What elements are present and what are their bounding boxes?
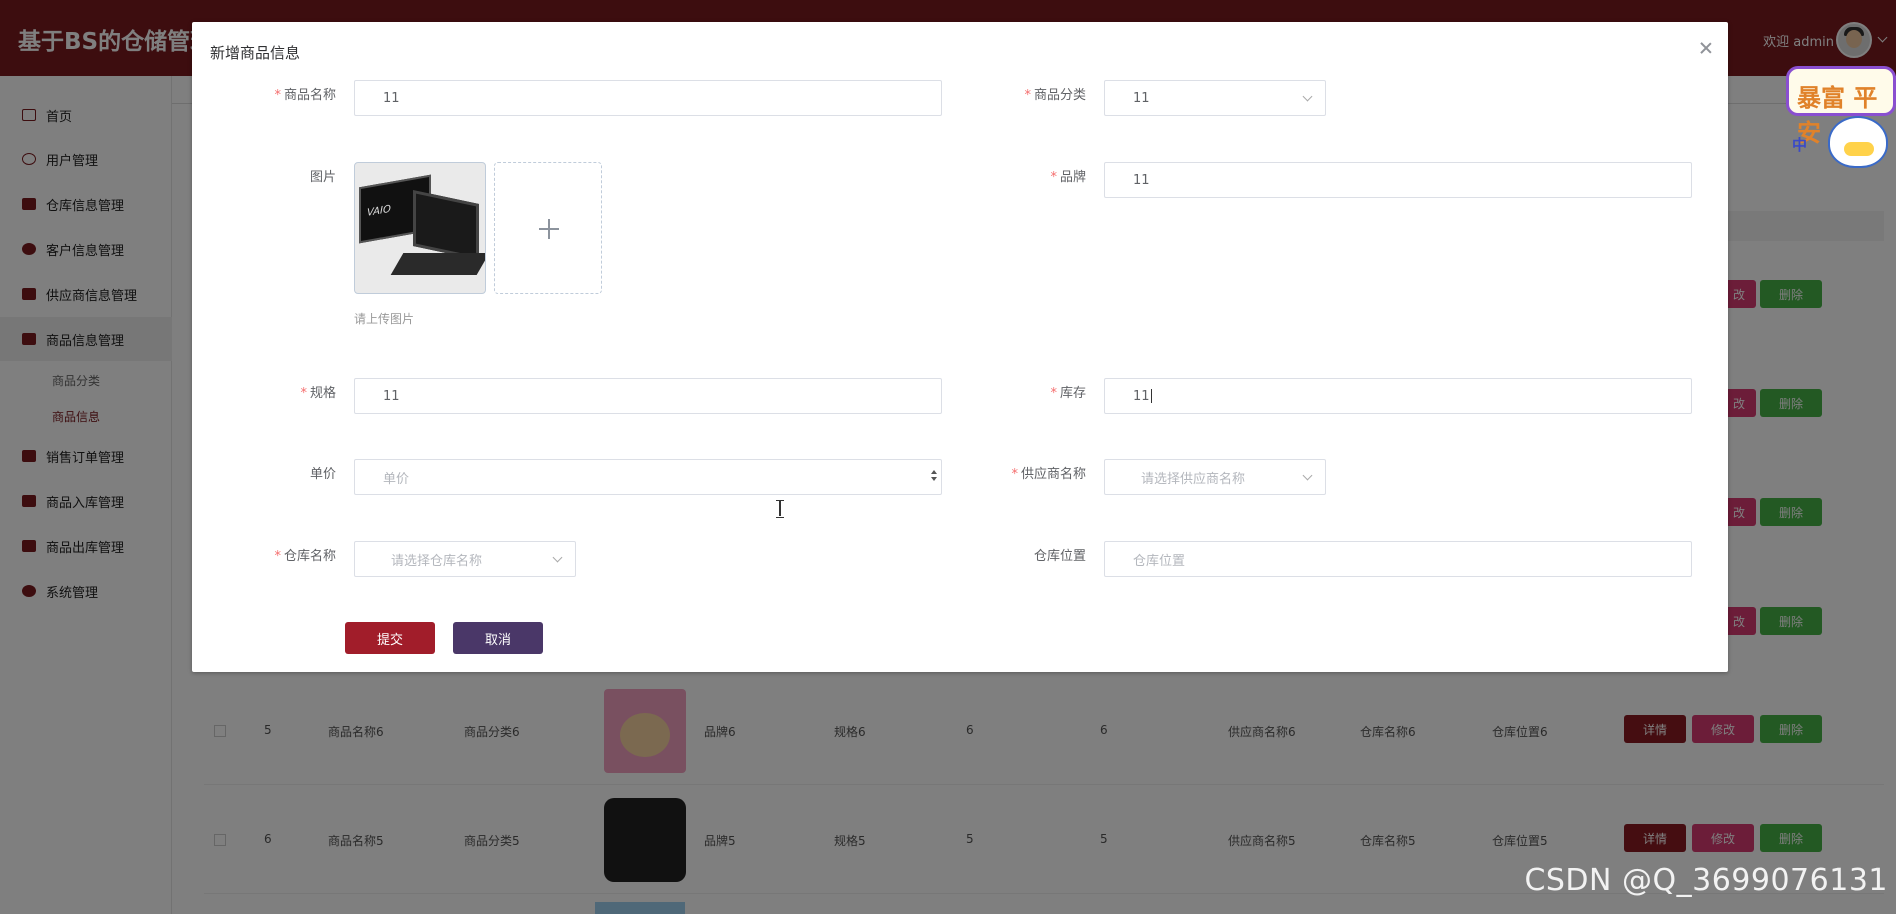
brand-input[interactable]: 11 <box>1104 162 1692 198</box>
warehouse-select[interactable]: 请选择仓库名称 <box>354 541 576 577</box>
category-label: * 商品分类 <box>1024 88 1086 103</box>
stock-label: * 库存 <box>1050 386 1086 401</box>
price-label: 单价 <box>309 467 336 482</box>
supplier-select[interactable]: 请选择供应商名称 <box>1104 459 1326 495</box>
brand-label: * 品牌 <box>1050 170 1086 185</box>
category-select[interactable]: 11 <box>1104 80 1326 116</box>
add-product-dialog: 新增商品信息 * 商品名称 11 * 商品分类 11 图片 VAIO 请上传图片 *… <box>192 22 1728 672</box>
stock-input[interactable]: 11 <box>1104 378 1692 414</box>
spec-input[interactable]: 11 <box>354 378 942 414</box>
price-input[interactable]: 单价 <box>354 459 942 495</box>
watermark: CSDN @Q_3699076131 <box>1524 863 1888 898</box>
chevron-down-icon <box>1302 470 1313 481</box>
laptop-brand-text: VAIO <box>367 203 391 219</box>
warehouse-label: * 仓库名称 <box>274 549 336 564</box>
name-label: * 商品名称 <box>274 88 336 103</box>
upload-hint: 请上传图片 <box>354 312 415 326</box>
submit-button[interactable]: 提交 <box>345 622 435 654</box>
uploaded-image[interactable]: VAIO <box>354 162 486 294</box>
plus-icon <box>539 219 559 239</box>
cancel-button[interactable]: 取消 <box>453 622 543 654</box>
spinner-icon[interactable] <box>931 470 937 484</box>
text-cursor <box>1150 389 1152 403</box>
location-input[interactable]: 仓库位置 <box>1104 541 1692 577</box>
supplier-label: * 供应商名称 <box>1011 467 1086 482</box>
image-label: 图片 <box>309 170 336 185</box>
upload-button[interactable] <box>494 162 602 294</box>
dialog-title: 新增商品信息 <box>210 44 301 62</box>
chevron-down-icon <box>1302 91 1313 102</box>
chevron-down-icon <box>552 552 563 563</box>
sticker-badge: 中 <box>1792 136 1808 154</box>
product-name-input[interactable]: 11 <box>354 80 942 116</box>
close-icon[interactable] <box>1698 40 1714 56</box>
text-cursor-icon <box>776 500 784 518</box>
location-label: 仓库位置 <box>1033 549 1086 564</box>
spec-label: * 规格 <box>300 386 336 401</box>
cat-icon <box>1828 116 1888 168</box>
sticker-image: 暴富 平安 中 <box>1786 62 1896 170</box>
